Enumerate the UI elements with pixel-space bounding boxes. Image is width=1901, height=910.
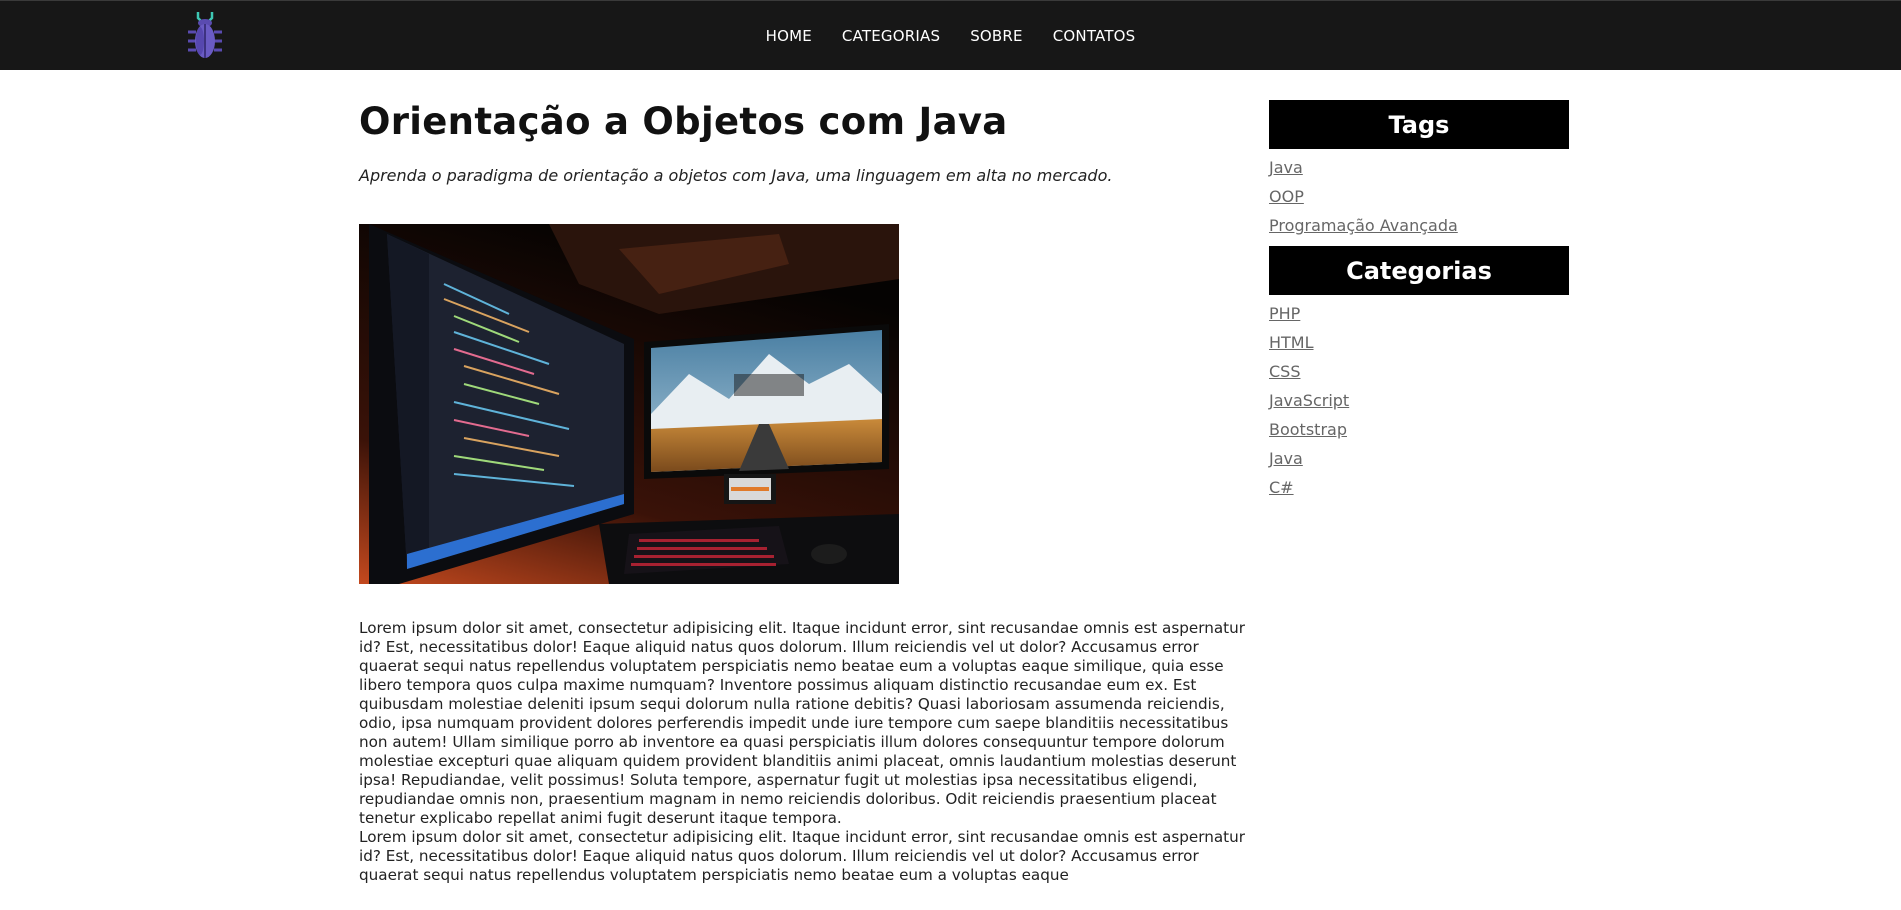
category-link-html[interactable]: HTML — [1269, 333, 1314, 352]
category-link-javascript[interactable]: JavaScript — [1269, 391, 1349, 410]
list-item: HTML — [1269, 332, 1569, 361]
list-item: CSS — [1269, 361, 1569, 390]
category-link-java[interactable]: Java — [1269, 449, 1303, 468]
top-navbar: HOME CATEGORIAS SOBRE CONTATOS — [0, 0, 1901, 70]
list-item: Java — [1269, 157, 1569, 186]
list-item: Programação Avançada — [1269, 215, 1569, 244]
post-subtitle: Aprenda o paradigma de orientação a obje… — [359, 166, 1113, 186]
post-image — [359, 224, 899, 585]
post-paragraph: Lorem ipsum dolor sit amet, consectetur … — [359, 828, 1245, 885]
list-item: PHP — [1269, 303, 1569, 332]
tag-link-programacao-avancada[interactable]: Programação Avançada — [1269, 216, 1458, 235]
post-body: Lorem ipsum dolor sit amet, consectetur … — [359, 619, 1254, 885]
nav-contatos[interactable]: CONTATOS — [1038, 27, 1151, 45]
list-item: OOP — [1269, 186, 1569, 215]
tags-heading: Tags — [1269, 100, 1569, 149]
list-item: JavaScript — [1269, 390, 1569, 419]
sidebar: Tags Java OOP Programação Avançada Categ… — [1269, 100, 1569, 508]
nav-home[interactable]: HOME — [751, 27, 827, 45]
category-link-csharp[interactable]: C# — [1269, 478, 1294, 497]
categories-list: PHP HTML CSS JavaScript Bootstrap Java C… — [1269, 295, 1569, 508]
main-menu: HOME CATEGORIAS SOBRE CONTATOS — [0, 1, 1901, 71]
post-title: Orientação a Objetos com Java — [359, 100, 1008, 143]
list-item: C# — [1269, 477, 1569, 506]
nav-sobre[interactable]: SOBRE — [955, 27, 1038, 45]
tag-link-oop[interactable]: OOP — [1269, 187, 1304, 206]
categories-heading: Categorias — [1269, 246, 1569, 295]
nav-categorias[interactable]: CATEGORIAS — [827, 27, 955, 45]
tags-list: Java OOP Programação Avançada — [1269, 149, 1569, 246]
list-item: Java — [1269, 448, 1569, 477]
post-content: Orientação a Objetos com Java Aprenda o … — [359, 70, 1254, 885]
post-paragraph: Lorem ipsum dolor sit amet, consectetur … — [359, 619, 1245, 828]
category-link-bootstrap[interactable]: Bootstrap — [1269, 420, 1347, 439]
category-link-php[interactable]: PHP — [1269, 304, 1300, 323]
category-link-css[interactable]: CSS — [1269, 362, 1300, 381]
tag-link-java[interactable]: Java — [1269, 158, 1303, 177]
list-item: Bootstrap — [1269, 419, 1569, 448]
